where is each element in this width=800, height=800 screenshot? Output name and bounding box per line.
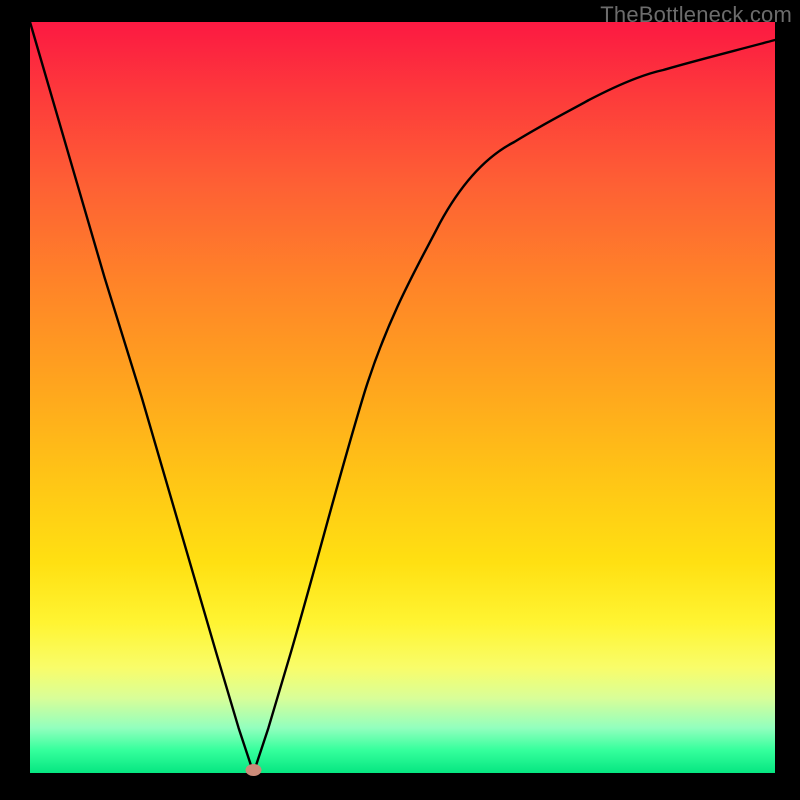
curve-path	[30, 22, 775, 773]
optimum-marker	[246, 764, 262, 776]
bottleneck-curve	[30, 22, 775, 773]
watermark-text: TheBottleneck.com	[600, 2, 792, 28]
plot-area	[30, 22, 775, 773]
chart-frame: TheBottleneck.com	[0, 0, 800, 800]
